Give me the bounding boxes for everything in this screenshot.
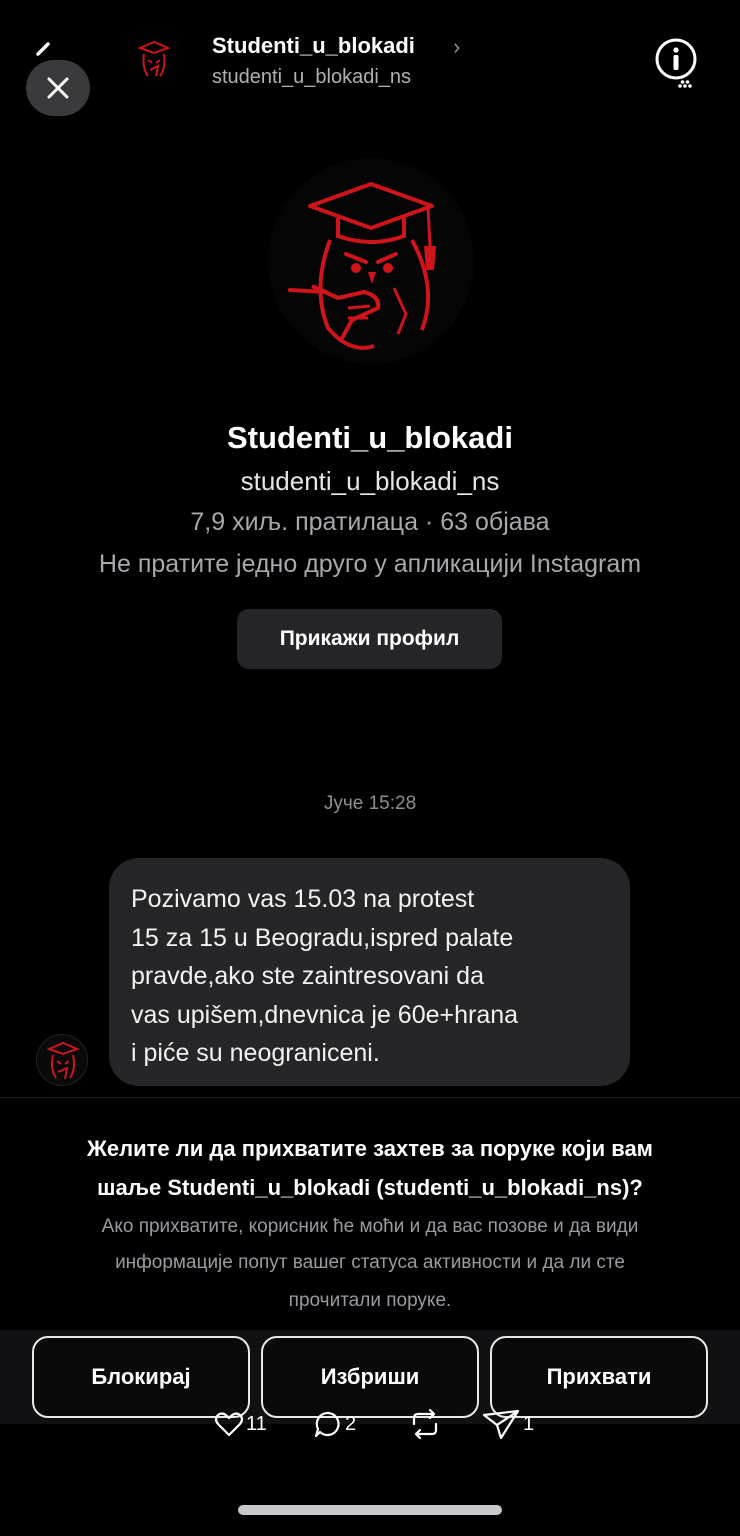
send-icon (482, 1409, 520, 1440)
comment-icon (314, 1411, 340, 1438)
repost-icon (412, 1408, 438, 1440)
request-description: информације попут вашег статуса активнос… (115, 1252, 625, 1273)
owl-avatar-icon (46, 1041, 80, 1080)
profile-picture[interactable] (268, 158, 474, 364)
request-description: Ако прихватите, корисник ће моћи и да ва… (101, 1216, 639, 1237)
panel-divider (0, 1097, 740, 1098)
like-stat[interactable]: 11 (214, 1404, 267, 1444)
message-line: 15 za 15 u Beogradu,ispred palate (131, 923, 514, 952)
sender-avatar[interactable] (36, 1034, 88, 1086)
view-profile-button[interactable]: Прикажи профил (237, 609, 502, 669)
owl-logo-icon (288, 182, 436, 350)
heart-icon (214, 1412, 244, 1437)
request-question: Желите ли да прихватите захтев за поруке… (87, 1136, 653, 1161)
like-count: 11 (246, 1412, 267, 1435)
message-line: pravde,ako ste zaintresovani da (131, 962, 484, 990)
owl-avatar-icon[interactable] (130, 36, 178, 84)
comment-count: 2 (345, 1412, 357, 1435)
header-username[interactable]: studenti_u_blokadi_ns (212, 66, 411, 89)
chat-header: Studenti_u_blokadi › studenti_u_blokadi_… (0, 0, 740, 130)
profile-name: Studenti_u_blokadi (227, 420, 513, 455)
request-description: прочитали поруке. (288, 1290, 452, 1311)
message-line: i piće su neograniceni. (131, 1039, 380, 1067)
home-indicator[interactable] (238, 1505, 502, 1515)
share-stat[interactable]: 1 (481, 1404, 534, 1444)
message-line: Pozivamo vas 15.03 na protest (131, 885, 475, 913)
close-button[interactable] (26, 60, 90, 116)
profile-stats: 7,9 хиљ. пратилаца · 63 објава (190, 508, 550, 536)
chevron-right-icon[interactable]: › (453, 34, 460, 60)
info-icon[interactable] (654, 37, 702, 91)
message-line: vas upišem,dnevnica je 60e+hrana (131, 1000, 519, 1029)
repost-stat[interactable] (408, 1404, 444, 1444)
share-count: 1 (523, 1412, 535, 1435)
header-display-name[interactable]: Studenti_u_blokadi (212, 33, 415, 59)
comment-stat[interactable]: 2 (313, 1404, 356, 1444)
message-timestamp: Јуче 15:28 (323, 793, 417, 814)
delete-button[interactable]: Избриши (261, 1336, 479, 1418)
close-icon (47, 77, 69, 99)
request-question: шаље Studenti_u_blokadi (studenti_u_blok… (97, 1175, 643, 1200)
follow-status: Не пратите једно друго у апликацији Inst… (98, 550, 642, 578)
message-bubble[interactable]: Pozivamo vas 15.03 na protest 15 za 15 u… (109, 858, 630, 1086)
profile-username: studenti_u_blokadi_ns (240, 466, 500, 496)
